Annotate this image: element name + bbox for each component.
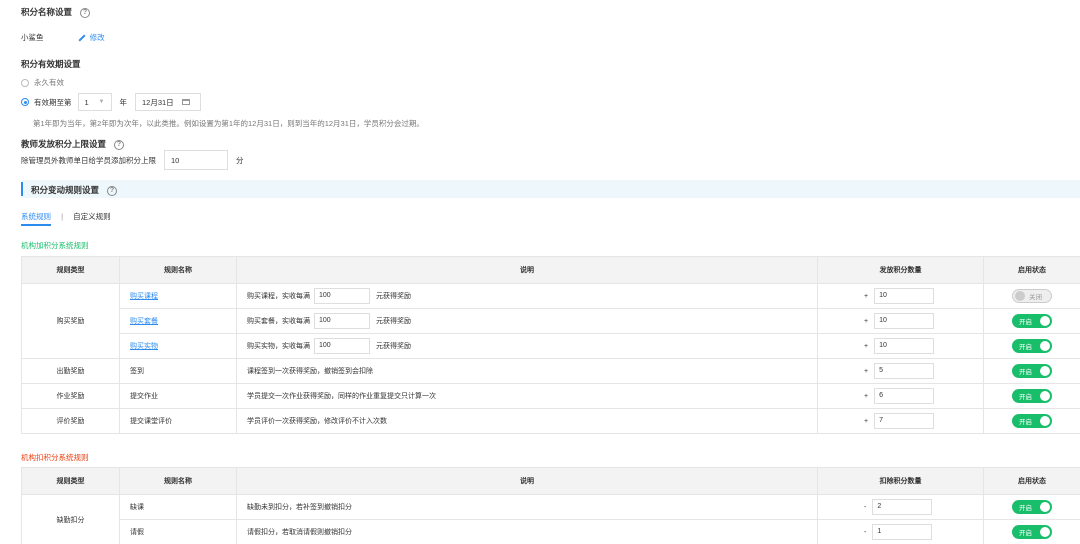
amount-input[interactable]: 100 xyxy=(314,313,370,329)
year-select[interactable]: 1 ▼ xyxy=(77,93,112,111)
points-input[interactable]: 6 xyxy=(874,388,935,404)
chevron-down-icon: ▼ xyxy=(98,99,105,105)
status-toggle[interactable]: 关闭 xyxy=(1012,289,1052,303)
table-row: 作业奖励 提交作业 学员提交一次作业获得奖励，同样的作业重复提交只计算一次 +6… xyxy=(21,383,1080,409)
table-row: 评价奖励 提交课堂评价 学员评价一次获得奖励，修改评价不计入次数 +7 开启 xyxy=(21,408,1080,434)
teacher-limit-input[interactable]: 10 xyxy=(164,150,228,170)
table-row: 出勤奖励 签到 课程签到一次获得奖励，撤销签到会扣除 +5 开启 xyxy=(21,358,1080,384)
status-toggle[interactable]: 开启 xyxy=(1012,525,1052,539)
edit-name-link[interactable]: 修改 xyxy=(78,33,105,42)
table-row: 缺勤扣分 缺课 缺勤未到扣分，若补签到撤销扣分 -2 开启 xyxy=(21,494,1080,544)
teacher-limit-title: 教师发放积分上限设置? xyxy=(21,138,125,150)
amount-input[interactable]: 100 xyxy=(314,338,370,354)
points-name-title: 积分名称设置? xyxy=(21,6,91,18)
points-input[interactable]: 2 xyxy=(872,499,933,515)
points-name-value: 小鲨鱼 xyxy=(21,33,44,42)
points-name-row: 小鲨鱼 修改 xyxy=(21,32,105,43)
points-input[interactable]: 5 xyxy=(874,363,935,379)
date-picker[interactable]: 12月31日 xyxy=(135,93,201,111)
pencil-icon xyxy=(78,34,86,42)
table-header-row: 规则类型 规则名称 说明 发放积分数量 启用状态 xyxy=(21,256,1080,284)
table-row: 购买实物 购买实物，实收每满 100 元获得奖励 +10 开启 xyxy=(22,333,1080,359)
add-rules-table: 规则类型 规则名称 说明 发放积分数量 启用状态 购买奖励 购买课程 购买课程，… xyxy=(21,256,1080,434)
amount-input[interactable]: 100 xyxy=(314,288,370,304)
validity-note: 第1年即为当年，第2年即为次年，以此类推。例如设置为第1年的12月31日，则到当… xyxy=(33,119,424,128)
status-toggle[interactable]: 开启 xyxy=(1012,500,1052,514)
rule-name-link[interactable]: 购买实物 xyxy=(130,343,158,350)
points-input[interactable]: 10 xyxy=(874,313,935,329)
radio-forever[interactable] xyxy=(21,79,29,88)
status-toggle[interactable]: 开启 xyxy=(1012,414,1052,428)
points-input[interactable]: 10 xyxy=(874,338,935,354)
status-toggle[interactable]: 开启 xyxy=(1012,314,1052,328)
option-until[interactable]: 有效期至第 1 ▼ 年 12月31日 xyxy=(21,93,201,111)
table-row: 购买奖励 购买课程 购买课程，实收每满 100 元获得奖励 +10 关闭 xyxy=(21,283,1080,359)
deduct-rules-caption: 机构扣积分系统规则 xyxy=(21,453,89,462)
rules-section-header: 积分变动规则设置? xyxy=(21,180,1080,198)
table-row: 购买套餐 购买套餐，实收每满 100 元获得奖励 +10 开启 xyxy=(22,308,1080,334)
help-icon[interactable]: ? xyxy=(80,7,91,18)
rule-tabs: 系统规则 | 自定义规则 xyxy=(21,211,111,226)
points-input[interactable]: 10 xyxy=(874,288,935,304)
help-icon[interactable]: ? xyxy=(107,185,118,196)
teacher-limit-row: 除管理员外教师单日给学员添加积分上限 10 分 xyxy=(21,150,244,170)
calendar-icon xyxy=(181,99,190,105)
tab-custom-rules[interactable]: 自定义规则 xyxy=(73,211,111,222)
table-header-row: 规则类型 规则名称 说明 扣除积分数量 启用状态 xyxy=(21,467,1080,495)
status-toggle[interactable]: 开启 xyxy=(1012,339,1052,353)
validity-title: 积分有效期设置 xyxy=(21,59,81,69)
table-row: 请假 请假扣分，若取消请假则撤销扣分 -1 开启 xyxy=(22,519,1080,544)
add-rules-caption: 机构加积分系统规则 xyxy=(21,241,89,250)
option-forever[interactable]: 永久有效 xyxy=(21,77,64,88)
status-toggle[interactable]: 开启 xyxy=(1012,364,1052,378)
points-input[interactable]: 1 xyxy=(872,524,933,540)
status-toggle[interactable]: 开启 xyxy=(1012,389,1052,403)
deduct-rules-table: 规则类型 规则名称 说明 扣除积分数量 启用状态 缺勤扣分 缺课 缺勤未到扣分，… xyxy=(21,467,1080,544)
radio-until[interactable] xyxy=(21,98,29,106)
rule-name-link[interactable]: 购买套餐 xyxy=(130,318,158,325)
help-icon[interactable]: ? xyxy=(114,139,125,150)
points-input[interactable]: 7 xyxy=(874,413,935,429)
rule-name-link[interactable]: 购买课程 xyxy=(130,293,158,300)
tab-system-rules[interactable]: 系统规则 xyxy=(21,211,51,226)
